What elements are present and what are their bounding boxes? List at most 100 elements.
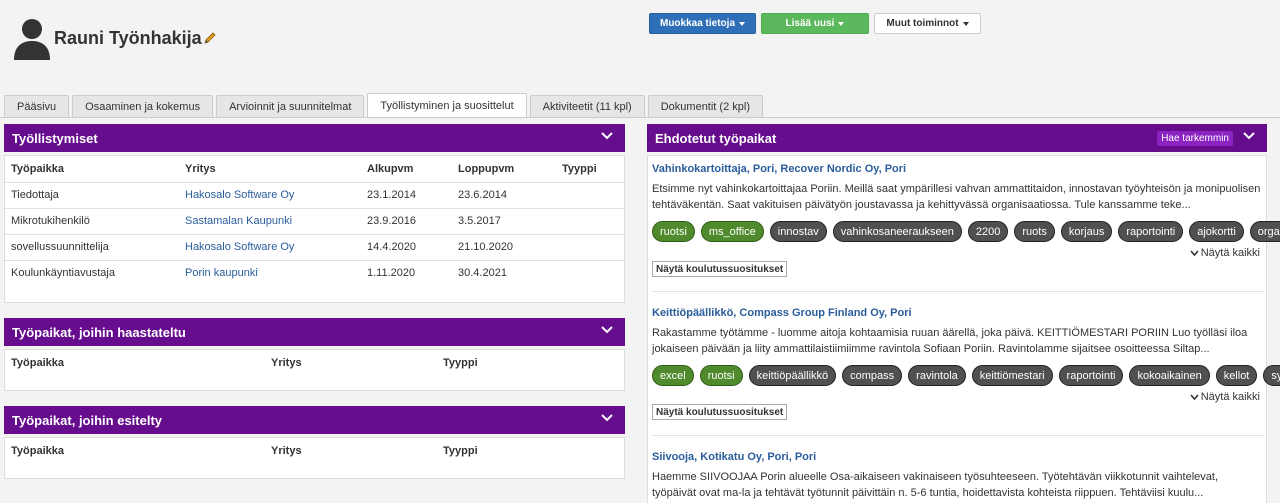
- tab-main[interactable]: Pääsivu: [4, 95, 70, 117]
- col-workplace: Työpaikka: [11, 445, 64, 457]
- chevron-down-icon: [1190, 250, 1199, 256]
- tab-assessments[interactable]: Arvioinnit ja suunnitelmat: [216, 95, 365, 117]
- cell-start: 23.1.2014: [361, 181, 452, 208]
- tab-bar: Pääsivu Osaaminen ja kokemus Arvioinnit …: [4, 93, 766, 117]
- show-all-label: Näytä kaikki: [1200, 247, 1260, 259]
- col-type: Tyyppi: [443, 357, 478, 369]
- tab-employment[interactable]: Työllistyminen ja suosittelut: [367, 93, 527, 117]
- skill-tag[interactable]: ravintola: [908, 365, 966, 386]
- table-row: Mikrotukihenkilö Sastamalan Kaupunki 23.…: [5, 207, 624, 234]
- add-new-button[interactable]: Lisää uusi: [761, 13, 869, 34]
- skill-tag[interactable]: sydän: [1263, 365, 1280, 386]
- edit-info-label: Muokkaa tietoja: [659, 18, 736, 29]
- cell-workplace: sovellussuunnittelija: [5, 233, 179, 260]
- cell-type: [556, 181, 624, 208]
- company-link[interactable]: Hakosalo Software Oy: [185, 241, 294, 253]
- tab-documents[interactable]: Dokumentit (2 kpl): [647, 95, 763, 117]
- cell-workplace: Koulunkäyntiavustaja: [5, 259, 179, 286]
- other-actions-button[interactable]: Muut toiminnot: [874, 13, 981, 34]
- employments-panel: Työpaikka Yritys Alkupvm Loppupvm Tyyppi…: [4, 155, 625, 303]
- col-start: Alkupvm: [367, 162, 414, 175]
- interviewed-title: Työpaikat, joihin haastateltu: [12, 324, 186, 340]
- table-row: Koulunkäyntiavustaja Porin kaupunki 1.11…: [5, 259, 624, 286]
- col-end: Loppupvm: [458, 162, 515, 175]
- employments-table: Työpaikka Yritys Alkupvm Loppupvm Tyyppi…: [5, 156, 624, 286]
- col-company: Yritys: [271, 445, 302, 457]
- skill-tag[interactable]: innostav: [769, 221, 827, 242]
- job-description: Haemme SIIVOOJAA Porin alueelle Osa-aika…: [652, 471, 1219, 499]
- cell-end: 21.10.2020: [452, 233, 556, 260]
- skill-tag[interactable]: ruotsi: [652, 221, 695, 242]
- chevron-down-icon[interactable]: [601, 132, 613, 140]
- skill-tag[interactable]: keittiömestari: [971, 365, 1053, 386]
- presented-table: Työpaikka Yritys Tyyppi: [5, 438, 624, 464]
- show-all-link[interactable]: Näytä kaikki: [1190, 391, 1260, 403]
- table-row: sovellussuunnittelija Hakosalo Software …: [5, 233, 624, 260]
- edit-pencil-icon[interactable]: [203, 31, 217, 45]
- tab-divider: [0, 117, 1280, 118]
- chevron-down-icon[interactable]: [601, 414, 613, 422]
- job-title-link[interactable]: Vahinkokartoittaja, Pori, Recover Nordic…: [652, 163, 1264, 175]
- job-item: Siivooja, Kotikatu Oy, Pori, Pori Haemme…: [652, 451, 1264, 501]
- col-type: Tyyppi: [562, 162, 597, 175]
- chevron-down-icon: [1190, 394, 1199, 400]
- other-actions-label: Muut toiminnot: [886, 18, 959, 29]
- company-link[interactable]: Porin kaupunki: [185, 267, 258, 279]
- skill-tag[interactable]: raportointi: [1118, 221, 1184, 242]
- chevron-down-icon[interactable]: [601, 326, 613, 334]
- show-training-button[interactable]: Näytä koulutussuositukset: [652, 404, 788, 420]
- divider: [652, 291, 1264, 292]
- col-type: Tyyppi: [443, 445, 478, 457]
- job-tags: excel ruotsi keittiöpäällikkö compass ra…: [652, 365, 1280, 386]
- employments-header[interactable]: Työllistymiset: [4, 124, 625, 152]
- skill-tag[interactable]: ruotsi: [699, 365, 743, 386]
- skill-tag[interactable]: ajokortti: [1189, 221, 1244, 242]
- skill-tag[interactable]: korjaus: [1060, 221, 1113, 242]
- skill-tag[interactable]: kokoaikainen: [1129, 365, 1210, 386]
- suggested-header[interactable]: Ehdotetut työpaikat Hae tarkemmin: [647, 124, 1267, 152]
- skill-tag[interactable]: ruots: [1014, 221, 1055, 242]
- interviewed-header[interactable]: Työpaikat, joihin haastateltu: [4, 318, 625, 346]
- edit-info-button[interactable]: Muokkaa tietoja: [649, 13, 756, 34]
- skill-tag[interactable]: compass: [842, 365, 903, 386]
- show-training-button[interactable]: Näytä koulutussuositukset: [652, 261, 788, 277]
- table-row: Tiedottaja Hakosalo Software Oy 23.1.201…: [5, 181, 624, 208]
- interviewed-panel: Työpaikka Yritys Tyyppi: [4, 349, 625, 391]
- skill-tag[interactable]: ms_office: [700, 221, 764, 242]
- chevron-down-icon[interactable]: [1243, 132, 1255, 140]
- presented-title: Työpaikat, joihin esitelty: [12, 412, 163, 428]
- add-new-label: Lisää uusi: [785, 18, 835, 29]
- divider: [652, 435, 1264, 436]
- cell-workplace: Tiedottaja: [5, 181, 179, 208]
- cell-start: 14.4.2020: [361, 233, 452, 260]
- caret-down-icon: [739, 21, 746, 26]
- job-title-link[interactable]: Siivooja, Kotikatu Oy, Pori, Pori: [652, 451, 1264, 463]
- presented-header[interactable]: Työpaikat, joihin esitelty: [4, 406, 625, 434]
- cell-workplace: Mikrotukihenkilö: [5, 207, 179, 234]
- skill-tag[interactable]: organisoinni: [1249, 221, 1280, 242]
- skill-tag[interactable]: vahinkosaneeraukseen: [832, 221, 962, 242]
- employments-title: Työllistymiset: [12, 130, 98, 146]
- show-all-label: Näytä kaikki: [1200, 391, 1260, 403]
- skill-tag[interactable]: 2200: [967, 221, 1009, 242]
- job-tags: ruotsi ms_office innostav vahinkosaneera…: [652, 221, 1280, 242]
- interviewed-table: Työpaikka Yritys Tyyppi: [5, 350, 624, 376]
- skill-tag[interactable]: kellot: [1215, 365, 1258, 386]
- company-link[interactable]: Hakosalo Software Oy: [185, 189, 294, 201]
- skill-tag[interactable]: excel: [652, 365, 694, 386]
- tab-activities[interactable]: Aktiviteetit (11 kpl): [529, 95, 645, 117]
- job-title-link[interactable]: Keittiöpäällikkö, Compass Group Finland …: [652, 307, 1264, 319]
- cell-end: 23.6.2014: [452, 181, 556, 208]
- search-more-button[interactable]: Hae tarkemmin: [1157, 131, 1233, 146]
- col-workplace: Työpaikka: [11, 162, 64, 175]
- presented-panel: Työpaikka Yritys Tyyppi: [4, 437, 625, 479]
- skill-tag[interactable]: keittiöpäällikkö: [748, 365, 837, 386]
- tab-skills[interactable]: Osaaminen ja kokemus: [72, 95, 214, 117]
- caret-down-icon: [838, 21, 845, 26]
- cell-end: 3.5.2017: [452, 207, 556, 234]
- skill-tag[interactable]: raportointi: [1058, 365, 1124, 386]
- show-all-link[interactable]: Näytä kaikki: [1190, 247, 1260, 259]
- user-avatar-icon: [14, 19, 50, 60]
- company-link[interactable]: Sastamalan Kaupunki: [185, 215, 292, 227]
- col-workplace: Työpaikka: [11, 357, 64, 369]
